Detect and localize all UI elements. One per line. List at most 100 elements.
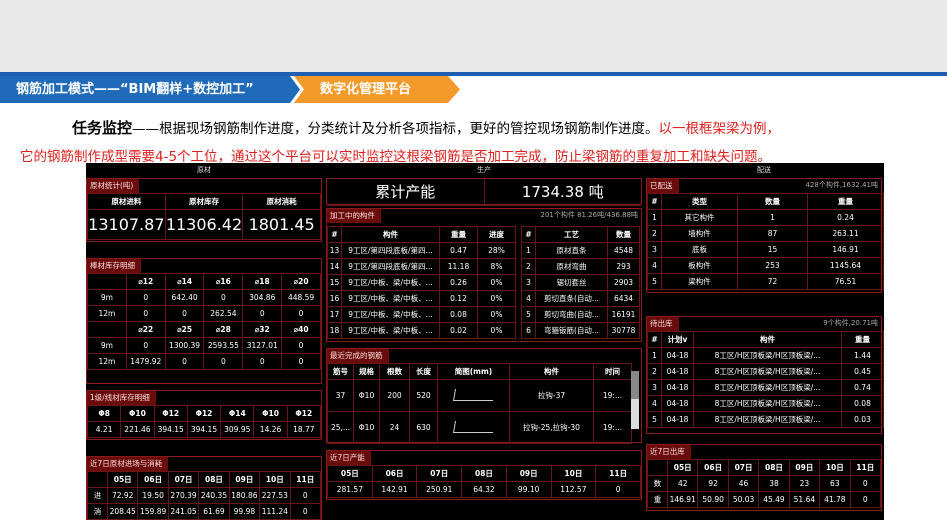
- table-cell: 87: [737, 225, 808, 242]
- panel-title: 棒材库存明细: [87, 259, 141, 273]
- table-cell: 0: [164, 305, 205, 322]
- table-cell: 19.50: [137, 487, 169, 504]
- table-cell: 1145.64: [807, 257, 884, 274]
- col-header: 计划v: [661, 331, 694, 348]
- col-header: 构件: [341, 226, 440, 243]
- intro-red-1: 以一根框架梁为例，: [658, 121, 781, 137]
- table-cell: Φ10: [353, 411, 380, 444]
- table-cell: 146.91: [807, 241, 884, 258]
- table-row: 4.21 221.46 394.15 394.15 309.95 14.26 18.77: [86, 421, 322, 438]
- col-header: 类型: [661, 193, 738, 210]
- table-row: 数 42 92 46 38 23 63 0: [647, 475, 882, 492]
- table-cell: 04-18: [661, 379, 694, 396]
- table-row: 1 其它构件 1 0.24: [647, 209, 884, 226]
- completed-table: 筋号 规格 根数 长度 简图(mm) 构件 时间 37 Φ10 200 520 拉钩-37 19:...…: [327, 363, 632, 444]
- rebar-shape-icon: [452, 420, 495, 433]
- table-cell: 520: [409, 379, 438, 412]
- scrollbar-thumb[interactable]: [631, 371, 639, 399]
- table-cell: 112.57: [550, 481, 597, 498]
- table-cell: 0.03: [841, 411, 884, 428]
- raw-stock-value: 11306.42: [164, 209, 244, 240]
- production-value: 1734.38 吨: [521, 183, 604, 201]
- col-header: 工艺: [535, 226, 608, 243]
- table-cell: 0: [289, 487, 322, 504]
- table-cell: 9工区/第四段底板/第四...: [341, 258, 440, 275]
- col-header: Φ14: [220, 405, 255, 422]
- col-header: 原材库存: [164, 193, 244, 210]
- table-cell: 0: [289, 503, 322, 520]
- table-row: 4 剪切直条(自动... 6434: [521, 290, 640, 307]
- delivered-table: # 类型 数量 重量 1 其它构件 1 0.24 2 墙构件 87 263.11 3 底板 15 146.91…: [647, 193, 884, 290]
- col-header: Φ10: [120, 405, 155, 422]
- table-cell: 进: [87, 487, 108, 504]
- col-header: 09日: [788, 459, 821, 476]
- table-row: 6 弯箍钣筋(自动... 30778: [521, 322, 640, 339]
- panel-title: 待出库: [647, 317, 679, 331]
- table-cell: 0.45: [841, 363, 884, 380]
- table-cell: 剪切弯曲(自动...: [535, 306, 608, 323]
- table-cell: 锯切套丝: [535, 274, 608, 291]
- table-cell: 304.86: [242, 289, 283, 306]
- col-header: 09日: [228, 471, 261, 488]
- table-cell: 2903: [607, 274, 640, 291]
- table-cell: 208.45: [106, 503, 139, 520]
- table-cell: 111.24: [259, 503, 291, 520]
- table-row: 消 208.45 159.89 241.05 61.69 99.98 111.24 0: [87, 503, 322, 520]
- table-cell: 原材弯曲: [535, 258, 608, 275]
- panel-title: 加工中的构件: [327, 209, 381, 223]
- col-header: 进度: [477, 226, 516, 243]
- col-header: 构件: [693, 331, 842, 348]
- table-row: # 工艺 数量: [521, 226, 640, 243]
- table-cell: 0.08: [439, 306, 478, 323]
- table-cell: 63: [819, 475, 851, 492]
- col-header: 10日: [259, 471, 291, 488]
- coil-stock-panel: 1级/线材库存明细 Φ8 Φ10 Φ12 Φ12 Φ14 Φ10 Φ12 4.21 221.46…: [86, 390, 322, 440]
- table-cell: 梁构件: [661, 273, 738, 290]
- col-header: 06日: [697, 459, 729, 476]
- table-cell: 28%: [477, 242, 516, 259]
- tab-bim-mode[interactable]: 钢筋加工模式——“BIM翻样+数控加工”: [0, 76, 300, 103]
- pending-panel: 待出库 9个构件,20.71吨 # 计划v 构件 重量 1 04-18 8工区/H区顶板梁/…: [646, 316, 884, 434]
- table-cell: 42: [666, 475, 699, 492]
- panel-title: 已配送: [647, 179, 679, 193]
- table-cell: 30778: [607, 322, 640, 339]
- table-row: 4 板构件 253 1145.64: [647, 257, 884, 274]
- table-row: 2 墙构件 87 263.11: [647, 225, 884, 242]
- table-cell: 拉钩-25,拉钩-30: [509, 411, 594, 444]
- table-cell: 9工区/中板、梁/中板、...: [341, 306, 440, 323]
- intro-title: 任务监控: [72, 119, 133, 137]
- table-cell: 142.91: [371, 481, 418, 498]
- table-cell: 6: [521, 322, 536, 339]
- table-cell: 9工区/中板、梁/中板、...: [341, 322, 440, 339]
- table-row: 12m 0 0 262.54 0 0: [87, 305, 321, 322]
- panel-title: 近7日产能: [327, 451, 371, 465]
- table-cell: 51.64: [788, 491, 821, 508]
- col-header: [87, 321, 127, 338]
- table-cell: 262.54: [203, 305, 244, 322]
- table-cell: 8工区/H区顶板梁/H区顶板梁/...: [693, 347, 842, 364]
- table-cell: 其它构件: [661, 209, 738, 226]
- scrollbar[interactable]: [631, 371, 639, 429]
- table-row: 16 9工区/中板、梁/中板、... 0.12 0%: [327, 290, 516, 307]
- table-cell: 448.59: [281, 289, 321, 306]
- table-cell: 4: [647, 395, 662, 412]
- table-row: 05日 06日 07日 08日 09日 10日 11日: [327, 465, 641, 482]
- tab-digital-platform[interactable]: 数字化管理平台: [294, 76, 460, 103]
- col-header: 10日: [550, 465, 597, 482]
- table-row: 25,... Φ10 24 630 拉钩-25,拉钩-30 19:...: [327, 411, 632, 444]
- table-cell: 180.86: [228, 487, 261, 504]
- table-cell: 3: [647, 379, 662, 396]
- panel-title: 最近完成的钢筋: [327, 349, 389, 363]
- table-cell: 1: [647, 209, 662, 226]
- table-cell: 0: [242, 353, 283, 370]
- col-header: #: [327, 226, 342, 243]
- col-header: Φ8: [86, 405, 122, 422]
- table-cell: 1: [737, 209, 808, 226]
- table-cell: 4: [521, 290, 536, 307]
- col-header: 08日: [461, 465, 507, 482]
- col-header: 06日: [371, 465, 418, 482]
- table-cell: 61.69: [198, 503, 230, 520]
- table-cell: 0: [849, 475, 882, 492]
- table-cell: 227.53: [259, 487, 291, 504]
- col-header: 重量: [807, 193, 884, 210]
